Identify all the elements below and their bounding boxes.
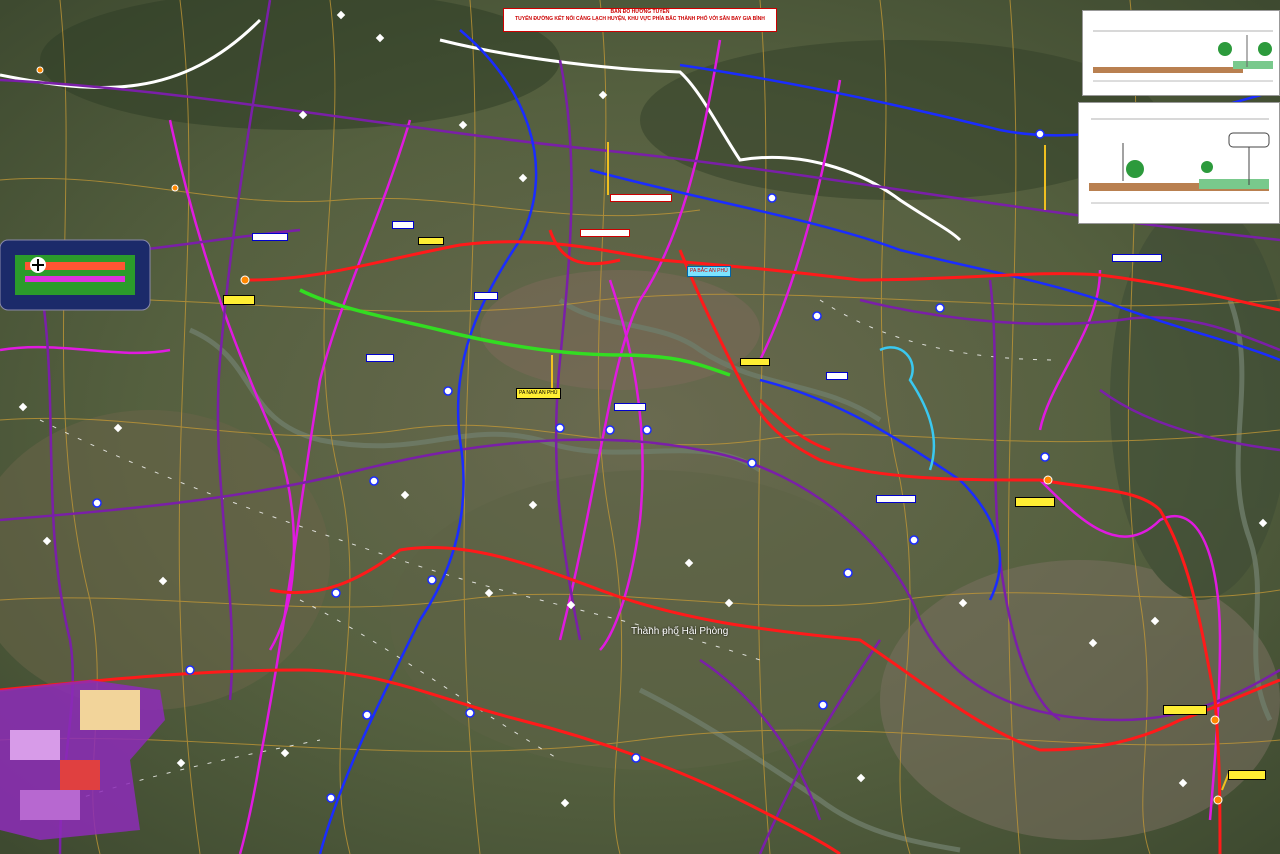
airport-gia-binh xyxy=(0,239,151,311)
station-label xyxy=(474,292,498,300)
station-label xyxy=(740,358,770,366)
zone-label-nam-an-phu: PA NAM AN PHÚ xyxy=(516,388,561,399)
station-label xyxy=(392,221,414,229)
zone-label-bac-an-phu: PA BẮC AN PHÚ xyxy=(687,266,731,277)
station-label xyxy=(223,295,255,305)
cross-section-inset-2 xyxy=(1078,102,1280,224)
station-label xyxy=(876,495,916,503)
cross-section-inset-1 xyxy=(1082,10,1280,96)
map-title-line2: TUYẾN ĐƯỜNG KẾT NỐI CẢNG LẠCH HUYỆN, KHU… xyxy=(515,16,765,22)
station-label xyxy=(610,194,672,202)
station-label xyxy=(580,229,630,237)
station-label xyxy=(252,233,288,241)
station-label xyxy=(366,354,394,362)
city-label-hai-phong: Thành phố Hải Phòng xyxy=(631,626,729,637)
station-label xyxy=(418,237,444,245)
map-title-line1: BẢN ĐỒ HƯỚNG TUYẾN xyxy=(610,9,670,15)
station-label xyxy=(1015,497,1055,507)
station-label xyxy=(1228,770,1266,780)
cross-section-drawing-1 xyxy=(1093,30,1273,82)
station-label xyxy=(1112,254,1162,262)
map-title: BẢN ĐỒ HƯỚNG TUYẾN TUYẾN ĐƯỜNG KẾT NỐI C… xyxy=(503,8,777,32)
station-label xyxy=(826,372,848,380)
cross-section-drawing-2 xyxy=(1089,118,1270,204)
station-label xyxy=(1163,705,1207,715)
map-frame: BẢN ĐỒ HƯỚNG TUYẾN TUYẾN ĐƯỜNG KẾT NỐI C… xyxy=(0,0,1280,854)
station-label xyxy=(614,403,646,411)
